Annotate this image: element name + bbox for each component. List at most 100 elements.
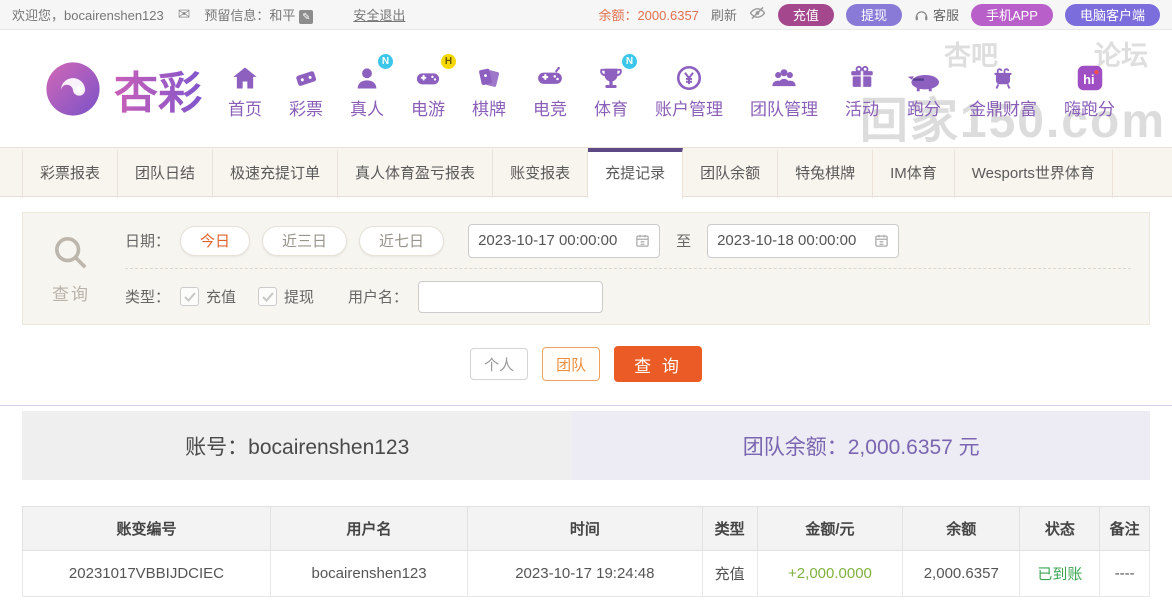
search-icon <box>55 236 87 268</box>
tab-lottery-report[interactable]: 彩票报表 <box>22 148 119 198</box>
person-icon: N <box>353 53 393 92</box>
table-header-row: 账变编号 用户名 时间 类型 金额/元 余额 状态 备注 <box>22 506 1150 551</box>
tab-live-sports-pnl[interactable]: 真人体育盈亏报表 <box>338 148 494 198</box>
section-divider <box>0 405 1172 406</box>
to-label: 至 <box>676 233 692 250</box>
filter-search-block: 查询 <box>23 213 119 324</box>
filter-fields: 日期： 今日 近三日 近七日 2023-10-17 00:00:00 至 202… <box>119 213 1149 324</box>
tab-im-sports[interactable]: IM体育 <box>873 148 955 198</box>
welcome-text: 欢迎您，bocairenshen123 <box>12 8 164 23</box>
badge-h: H <box>441 53 456 69</box>
message-icon[interactable]: ✉ <box>178 7 191 22</box>
badge-n: N <box>378 53 393 69</box>
logo-flower-icon <box>46 61 100 116</box>
site-logo[interactable]: 杏彩 <box>44 57 202 121</box>
nav-item-slots[interactable]: H 电游 <box>411 53 456 120</box>
action-buttons: 个人 团队 查 询 <box>22 346 1150 382</box>
pill-today[interactable]: 今日 <box>180 225 251 256</box>
cell-amount: +2,000.0000 <box>756 550 904 597</box>
customer-service[interactable]: 客服 <box>914 5 959 24</box>
nav-item-paofen[interactable]: 跑分 <box>906 58 942 120</box>
recharge-button[interactable]: 充值 <box>777 3 834 26</box>
table-row: 20231017VBBIJDCIEC bocairenshen123 2023-… <box>22 550 1150 597</box>
nav-item-lottery[interactable]: 彩票 <box>289 58 323 120</box>
esports-gamepad-icon <box>534 58 566 92</box>
filter-search-label: 查询 <box>52 284 90 304</box>
col-type: 类型 <box>701 506 758 551</box>
date-filter-row: 日期： 今日 近三日 近七日 2023-10-17 00:00:00 至 202… <box>125 213 1131 268</box>
pc-client-button[interactable]: 电脑客户端 <box>1064 3 1160 26</box>
username-label: 用户名： <box>348 289 409 306</box>
cell-time: 2023-10-17 19:24:48 <box>467 550 703 597</box>
eye-off-icon[interactable] <box>749 6 766 23</box>
svg-text:hi: hi <box>1083 71 1094 86</box>
home-icon <box>230 58 260 92</box>
cards-icon <box>475 58 503 92</box>
nav-item-team-management[interactable]: 团队管理 <box>750 58 818 120</box>
checkbox-recharge[interactable]: 充值 <box>180 286 236 307</box>
tab-team-daily[interactable]: 团队日结 <box>118 148 214 198</box>
pill-last-3-days[interactable]: 近三日 <box>262 225 348 256</box>
nav-item-promotions[interactable]: 活动 <box>845 58 879 120</box>
date-to-input[interactable]: 2023-10-18 00:00:00 <box>707 223 900 258</box>
main-nav: 首页 彩票 N 真人 H 电游 棋牌 电竞 N 体育 账户管理 团队管理 活动 … <box>228 53 1115 120</box>
nav-item-esports[interactable]: 电竞 <box>533 58 567 120</box>
filter-panel: 查询 日期： 今日 近三日 近七日 2023-10-17 00:00:00 至 … <box>22 212 1150 325</box>
tab-deposit-withdraw-records[interactable]: 充提记录 <box>588 148 684 199</box>
cell-balance: 2,000.6357 <box>902 550 1021 597</box>
col-balance: 余额 <box>902 506 1021 551</box>
type-filter-row: 类型： 充值 提现 用户名： <box>125 269 1131 324</box>
reserved-info: 预留信息：和平 ✎ <box>204 5 314 25</box>
topbar: 欢迎您，bocairenshen123 ✉ 预留信息：和平 ✎ 安全退出 余额：2… <box>0 0 1172 30</box>
personal-button[interactable]: 个人 <box>470 348 529 380</box>
type-label: 类型： <box>125 289 171 306</box>
trophy-icon: N <box>597 53 637 92</box>
hi-app-icon: hi <box>1076 58 1104 92</box>
team-balance: 团队余额：2,000.6357 元 <box>572 411 1150 480</box>
headset-icon <box>915 10 928 20</box>
site-header: 杏吧 论坛 回家150.com 杏彩 首页 彩票 N 真人 H 电游 棋牌 电竞… <box>0 30 1172 147</box>
nav-item-card-games[interactable]: 棋牌 <box>472 58 506 120</box>
brand-name: 杏彩 <box>114 57 202 121</box>
records-table: 账变编号 用户名 时间 类型 金额/元 余额 状态 备注 20231017VBB… <box>22 506 1150 597</box>
refresh-link[interactable]: 刷新 <box>711 5 737 24</box>
tab-team-balance[interactable]: 团队余额 <box>683 148 779 198</box>
col-remark: 备注 <box>1099 506 1150 551</box>
nav-item-sports[interactable]: N 体育 <box>594 53 637 120</box>
team-button[interactable]: 团队 <box>542 347 601 381</box>
tab-wesports[interactable]: Wesports世界体育 <box>955 148 1113 198</box>
logout-link[interactable]: 安全退出 <box>353 5 405 24</box>
tab-fast-orders[interactable]: 极速充提订单 <box>213 148 339 198</box>
gamepad-icon: H <box>412 53 456 92</box>
pill-last-7-days[interactable]: 近七日 <box>359 225 445 256</box>
ticket-icon <box>291 58 321 92</box>
checkbox-withdraw[interactable]: 提现 <box>258 286 314 307</box>
col-time: 时间 <box>467 506 703 551</box>
col-amount: 金额/元 <box>756 506 904 551</box>
mobile-app-button[interactable]: 手机APP <box>970 3 1053 26</box>
users-icon <box>769 58 799 92</box>
yuan-coin-icon <box>675 58 703 92</box>
tab-tetu-cards[interactable]: 特兔棋牌 <box>778 148 874 198</box>
cell-status: 已到账 <box>1019 550 1101 597</box>
query-button[interactable]: 查 询 <box>614 346 702 382</box>
date-label: 日期： <box>125 233 171 250</box>
edit-icon[interactable]: ✎ <box>299 10 314 25</box>
cell-remark: ---- <box>1099 550 1150 597</box>
date-from-input[interactable]: 2023-10-17 00:00:00 <box>468 223 661 258</box>
cell-type: 充值 <box>701 550 758 597</box>
calendar-icon <box>875 234 888 247</box>
nav-item-account-management[interactable]: 账户管理 <box>655 58 723 120</box>
withdraw-button[interactable]: 提现 <box>845 3 902 26</box>
tab-account-changes[interactable]: 账变报表 <box>493 148 589 198</box>
nav-item-live-casino[interactable]: N 真人 <box>350 53 393 120</box>
nav-item-home[interactable]: 首页 <box>228 58 262 120</box>
account-summary: 账号：bocairenshen123 团队余额：2,000.6357 元 <box>22 411 1150 480</box>
username-input[interactable] <box>418 280 604 313</box>
rhino-icon <box>906 58 942 92</box>
balance-text: 余额：2000.6357 <box>598 8 699 23</box>
nav-item-jinding-wealth[interactable]: 金鼎财富 <box>969 58 1037 120</box>
nav-item-hi-paofen[interactable]: hi 嗨跑分 <box>1064 58 1115 120</box>
ding-vessel-icon <box>989 58 1017 92</box>
checkbox-icon <box>258 287 278 306</box>
